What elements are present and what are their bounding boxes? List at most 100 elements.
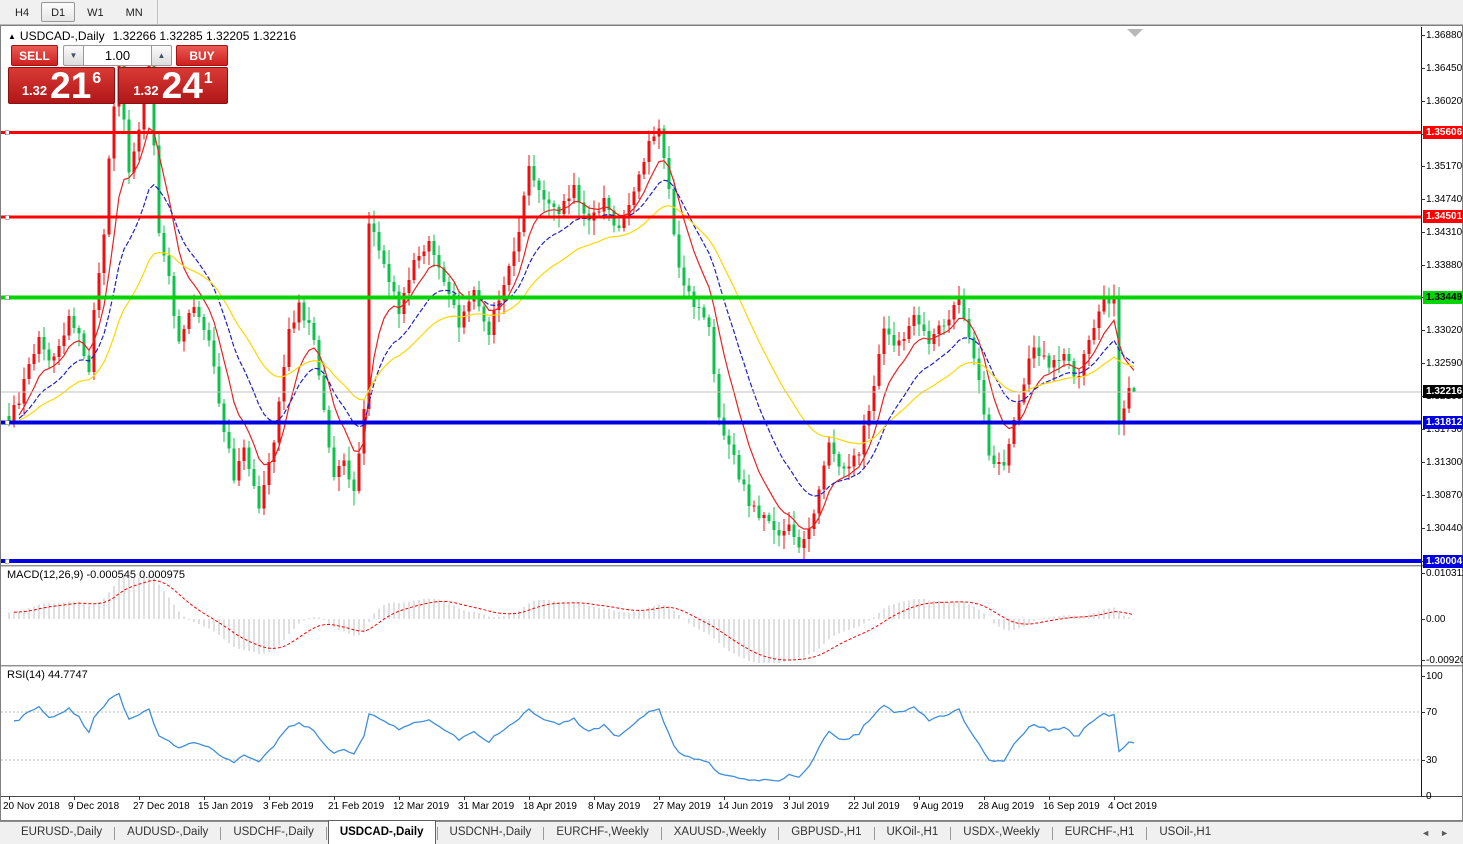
macd-chart-canvas[interactable] <box>1 567 1421 665</box>
axis-tick-mark <box>1421 712 1425 713</box>
chart-tab-bar: EURUSD-,Daily AUDUSD-,Daily USDCHF-,Daily U… <box>0 820 1463 844</box>
axis-tick-mark <box>1421 619 1425 620</box>
tab-scroll-left-icon[interactable]: ◄ <box>1421 828 1430 838</box>
date-axis-label: 27 May 2019 <box>653 801 711 812</box>
axis-tick-mark <box>1421 660 1425 662</box>
timeframe-button-mn[interactable]: MN <box>116 2 153 22</box>
tab-usdcad-daily[interactable]: USDCAD-,Daily <box>327 820 436 844</box>
lot-decrease-icon[interactable]: ▼ <box>63 45 84 66</box>
price-axis-tick: 1.36450 <box>1426 62 1463 74</box>
one-click-trading-panel: SELL ▼ ▲ BUY 1.32 21 6 1.32 24 1 <box>1 44 241 106</box>
axis-tick-mark <box>1421 264 1425 266</box>
tab-eurusd-daily[interactable]: EURUSD-,Daily <box>10 822 113 844</box>
tab-divider <box>1051 826 1053 840</box>
sell-price-prefix: 1.32 <box>21 83 48 98</box>
timeframe-button-w1[interactable]: W1 <box>77 2 114 22</box>
date-tick-mark <box>269 796 270 800</box>
price-axis-tick: 1.30440 <box>1426 522 1463 534</box>
tab-scroll-right-icon[interactable]: ► <box>1440 828 1449 838</box>
tab-xauusd-weekly[interactable]: XAUUSD-,Weekly <box>663 822 777 844</box>
price-level-badge: 1.35606 <box>1423 125 1463 139</box>
date-tick-mark <box>334 796 335 800</box>
tab-usdchf-daily[interactable]: USDCHF-,Daily <box>222 822 325 844</box>
date-tick-mark <box>9 796 10 800</box>
sell-button[interactable]: SELL <box>11 45 58 66</box>
date-axis-label: 22 Jul 2019 <box>848 801 900 812</box>
tab-divider <box>873 826 875 840</box>
date-tick-mark <box>139 796 140 800</box>
date-tick-mark <box>659 796 660 800</box>
price-chart-canvas[interactable] <box>1 27 1421 565</box>
date-axis-label: 20 Nov 2018 <box>3 801 60 812</box>
tab-usoil-h1[interactable]: USOil-,H1 <box>1148 822 1222 844</box>
price-axis-tick: 1.34740 <box>1426 193 1463 205</box>
price-level-badge: 1.33449 <box>1423 290 1463 304</box>
axis-tick-mark <box>1421 573 1425 574</box>
price-axis-tick: 1.32590 <box>1426 358 1463 370</box>
date-tick-mark <box>789 796 790 800</box>
tab-divider <box>325 826 327 840</box>
date-tick-mark <box>919 796 920 800</box>
buy-button[interactable]: BUY <box>176 45 228 66</box>
timeframe-toolbar: H4 D1 W1 MN <box>0 0 1463 25</box>
price-level-badge: 1.34501 <box>1423 210 1463 224</box>
price-level-badge: 1.32216 <box>1423 385 1463 399</box>
tab-gbpusd-h1[interactable]: GBPUSD-,H1 <box>780 822 872 844</box>
date-tick-mark <box>1114 796 1115 800</box>
date-axis-label: 3 Jul 2019 <box>783 801 830 812</box>
tab-scroll-arrows: ◄ ► <box>1421 828 1449 838</box>
axis-tick-mark <box>1421 35 1425 36</box>
timeframe-button-d1[interactable]: D1 <box>41 2 76 22</box>
price-axis-tick: 1.36020 <box>1426 95 1463 107</box>
tab-ukoil-h1[interactable]: UKOil-,H1 <box>876 822 950 844</box>
tab-usdcnh-daily[interactable]: USDCNH-,Daily <box>439 822 543 844</box>
rsi-chart-canvas[interactable] <box>1 667 1421 796</box>
tab-eurchf-h1[interactable]: EURCHF-,H1 <box>1054 822 1146 844</box>
price-axis-tick: 1.33880 <box>1426 259 1463 271</box>
axis-tick-mark <box>1421 461 1425 463</box>
chart-shift-marker-icon[interactable] <box>1127 29 1143 37</box>
tab-audusd-daily[interactable]: AUDUSD-,Daily <box>116 822 219 844</box>
price-axis-tick: 1.36880 <box>1426 30 1463 41</box>
chart-title: ▲ USDCAD-,Daily 1.32266 1.32285 1.32205 1.… <box>8 29 296 43</box>
date-axis-label: 18 Apr 2019 <box>523 801 577 812</box>
rsi-indicator-label: RSI(14) 44.7747 <box>7 669 88 681</box>
tab-divider <box>660 826 662 840</box>
date-tick-mark <box>464 796 465 800</box>
date-axis-label: 9 Aug 2019 <box>913 801 964 812</box>
price-level-badge: 1.31812 <box>1423 416 1463 430</box>
date-axis-label: 28 Aug 2019 <box>978 801 1035 812</box>
price-axis-tick: 1.31300 <box>1426 456 1463 468</box>
date-axis-border <box>1 796 1462 797</box>
buy-price-pip: 1 <box>203 70 213 87</box>
price-axis-border <box>1421 27 1422 796</box>
date-axis-label: 4 Oct 2019 <box>1108 801 1157 812</box>
tab-divider <box>220 826 222 840</box>
axis-tick-mark <box>1421 760 1425 761</box>
sell-price-pip: 6 <box>92 70 102 87</box>
tab-divider <box>1146 826 1148 840</box>
chart-window: 1.368801.364501.360201.355901.351701.347… <box>0 25 1463 821</box>
lot-size-input[interactable] <box>84 45 151 66</box>
buy-price-big: 24 <box>161 65 203 106</box>
axis-tick-mark <box>1421 527 1425 529</box>
price-axis-tick: 1.35170 <box>1426 160 1463 172</box>
rsi-axis-tick: 100 <box>1426 671 1443 682</box>
date-axis-label: 31 Mar 2019 <box>458 801 515 812</box>
panel-collapse-icon[interactable]: ▲ <box>8 32 16 41</box>
toolbar-separator <box>156 0 158 24</box>
date-tick-mark <box>204 796 205 800</box>
macd-axis-tick: -0.009203 <box>1426 655 1463 667</box>
buy-price-display[interactable]: 1.32 24 1 <box>118 67 228 104</box>
chart-tabs: EURUSD-,Daily AUDUSD-,Daily USDCHF-,Daily U… <box>10 820 1222 844</box>
tab-usdx-weekly[interactable]: USDX-,Weekly <box>952 822 1050 844</box>
axis-tick-mark <box>1421 67 1425 69</box>
tab-eurchf-weekly[interactable]: EURCHF-,Weekly <box>545 822 659 844</box>
date-tick-mark <box>74 796 75 800</box>
axis-tick-mark <box>1421 231 1425 233</box>
sell-price-display[interactable]: 1.32 21 6 <box>8 67 115 104</box>
date-axis-label: 27 Dec 2018 <box>133 801 190 812</box>
lot-increase-icon[interactable]: ▲ <box>151 45 172 66</box>
tab-divider <box>114 826 116 840</box>
timeframe-button-h4[interactable]: H4 <box>5 2 39 22</box>
